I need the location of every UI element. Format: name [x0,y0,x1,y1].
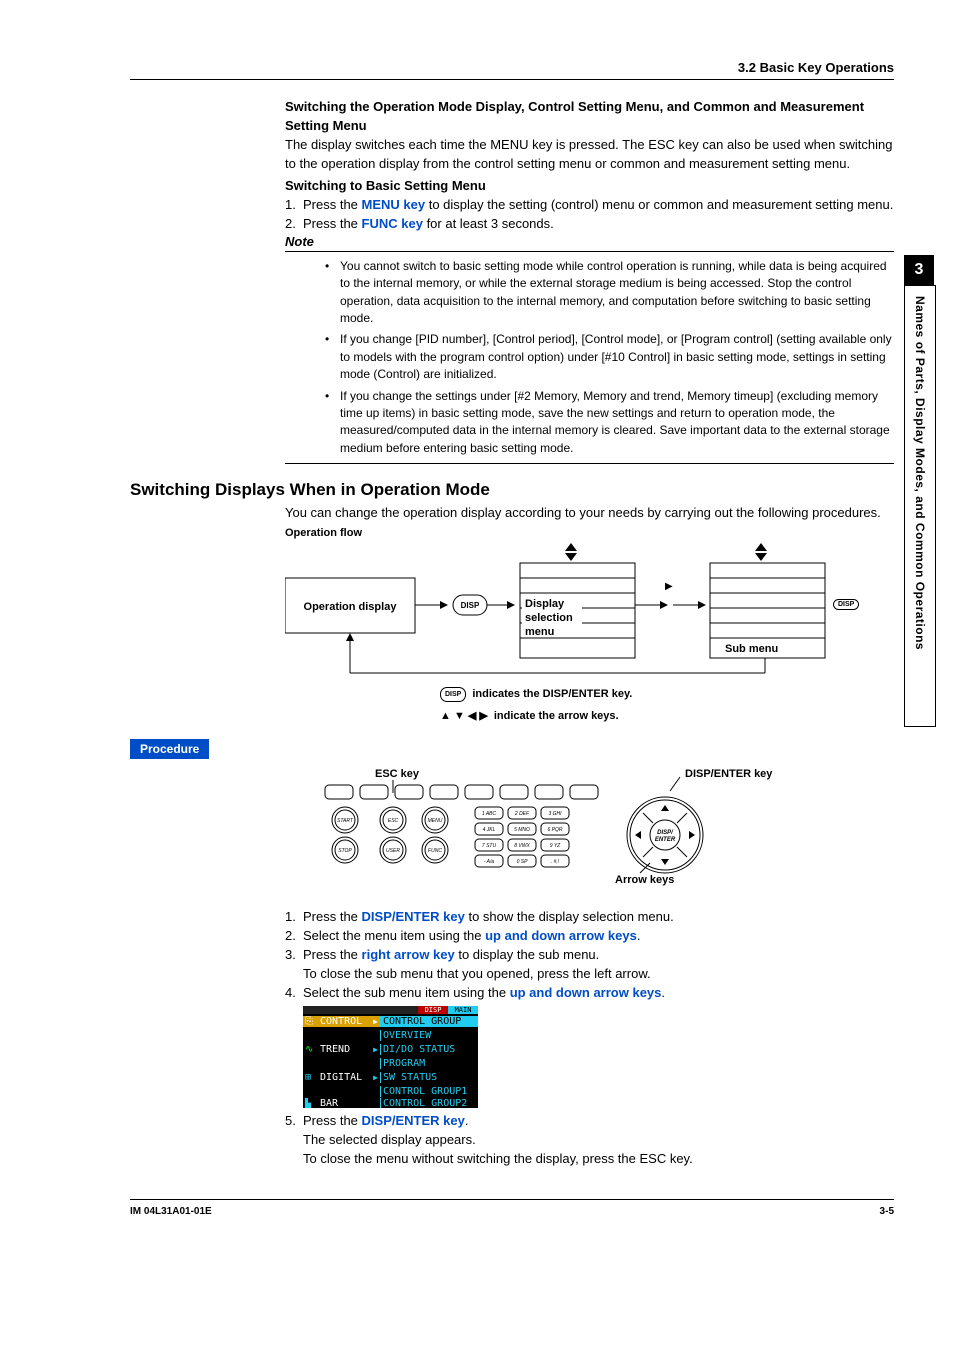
disp-enter-key-ref: DISP/ENTER key [362,909,465,924]
digital-icon: ⊞ [305,1072,317,1083]
proc-step-4: 4. Select the sub menu item using the up… [285,984,894,1003]
proc-step-3b: To close the sub menu that you opened, p… [303,965,894,984]
up-down-keys-ref: up and down arrow keys [510,985,662,1000]
note-label: Note [285,234,894,252]
note-item: •If you change [PID number], [Control pe… [325,331,894,383]
svg-text:8 VWX: 8 VWX [514,843,530,849]
svg-text:USER: USER [386,848,400,854]
svg-text:- A/a: - A/a [484,859,495,865]
chapter-title: Names of Parts, Display Modes, and Commo… [913,296,927,650]
svg-text:MENU: MENU [428,818,443,824]
svg-text:ENTER: ENTER [655,837,676,843]
menu-right-item: OVERVIEW [380,1030,478,1041]
svg-text:Arrow keys: Arrow keys [615,874,674,886]
chapter-title-box: Names of Parts, Display Modes, and Commo… [904,285,936,727]
svg-text:Sub menu: Sub menu [725,643,778,655]
svg-text:2 DEF: 2 DEF [514,811,530,817]
procedure-badge: Procedure [130,739,209,759]
disp-indicator: DISP [418,1006,448,1014]
operation-flow-diagram: Operation display DISP Display selection… [285,543,894,706]
menu-right-item: DI/DO STATUS [380,1044,478,1055]
flow-box1-text: Operation display [304,601,398,613]
svg-text:ESC key: ESC key [375,768,420,780]
chevron-right-icon: ▶ [373,1017,378,1026]
up-down-keys-ref: up and down arrow keys [485,928,637,943]
menu-left-trend: ∿TREND▶ [303,1044,380,1055]
note-list: •You cannot switch to basic setting mode… [325,258,894,457]
svg-text:▶: ▶ [665,581,673,592]
footer-right: 3-5 [880,1206,894,1217]
svg-text:DISP/ENTER key: DISP/ENTER key [685,768,773,780]
sec1-step-1: 1. Press the MENU key to display the set… [285,196,894,215]
menu-right-item: SW STATUS [380,1072,478,1083]
section-header: 3.2 Basic Key Operations [130,60,894,80]
menu-right-item: CONTROL GROUP1 [380,1086,478,1097]
chapter-tab: 3 Names of Parts, Display Modes, and Com… [904,255,934,725]
menu-left-digital: ⊞DIGITAL▶ [303,1072,380,1083]
svg-text:5 MNO: 5 MNO [514,827,530,833]
proc-step-5c: To close the menu without switching the … [303,1150,894,1169]
disp-key-icon: DISP [833,599,859,610]
note-item: •You cannot switch to basic setting mode… [325,258,894,328]
disp-key-icon: DISP [440,687,466,702]
svg-text:ESC: ESC [388,818,399,824]
sec2-title: Switching Displays When in Operation Mod… [130,480,894,500]
softkey-row [325,785,598,799]
arrows-icon: ▲ ▼ ◀ ▶ [440,708,488,726]
bar-icon: ▙ [305,1098,317,1108]
svg-text:DISP/: DISP/ [657,830,674,836]
svg-text:6 PQR: 6 PQR [547,827,562,833]
proc-step-2: 2. Select the menu item using the up and… [285,927,894,946]
svg-text:7 STU: 7 STU [482,843,497,849]
svg-text:0 SP: 0 SP [517,859,529,865]
chapter-number: 3 [904,255,934,285]
trend-icon: ∿ [305,1044,317,1055]
sec1-title: Switching the Operation Mode Display, Co… [285,98,894,136]
chevron-right-icon: ▶ [373,1045,378,1054]
footer-left: IM 04L31A01-01E [130,1206,212,1217]
svg-text:STOP: STOP [338,848,352,854]
svg-text:selection: selection [525,612,573,624]
svg-text:9 YZ: 9 YZ [550,843,561,849]
proc-step-5b: The selected display appears. [303,1131,894,1150]
svg-text:Display: Display [525,598,565,610]
disp-enter-key-ref: DISP/ENTER key [362,1113,465,1128]
proc-step-1: 1. Press the DISP/ENTER key to show the … [285,908,894,927]
svg-text:4 JKL: 4 JKL [483,827,496,833]
svg-text:START: START [337,818,354,824]
legend-arrows: ▲ ▼ ◀ ▶ indicate the arrow keys. [440,708,894,726]
func-key-ref: FUNC key [362,216,423,231]
svg-text:3 GHI: 3 GHI [548,811,562,817]
control-icon: ⎘ [305,1016,317,1027]
flow-label: Operation flow [285,527,894,539]
note-end-rule [285,463,894,464]
menu-key-ref: MENU key [362,197,426,212]
chevron-right-icon: ▶ [373,1073,378,1082]
right-key-ref: right arrow key [362,947,455,962]
main-indicator: MAIN [448,1006,478,1014]
legend-disp: DISP indicates the DISP/ENTER key. [440,686,894,704]
menu-left-control: ⎘CONTROL▶ [303,1016,380,1027]
sec1-para: The display switches each time the MENU … [285,136,894,174]
svg-text:DISP: DISP [461,601,480,610]
sec1-sub: Switching to Basic Setting Menu [285,177,894,196]
menu-right-item: PROGRAM [380,1058,478,1069]
menu-right-item: CONTROL GROUP2 [380,1098,478,1108]
proc-step-5: 5. Press the DISP/ENTER key. [285,1112,894,1131]
sec2-intro: You can change the operation display acc… [285,504,894,523]
menu-screenshot: DISP MAIN ⎘CONTROL▶ CONTROL GROUP OVERVI… [303,1006,894,1108]
menu-right-item: CONTROL GROUP [380,1016,478,1027]
note-item: •If you change the settings under [#2 Me… [325,388,894,458]
menu-left-bar: ▙BAR [303,1098,380,1108]
sec1-step-2: 2. Press the FUNC key for at least 3 sec… [285,215,894,234]
svg-text:1 ABC: 1 ABC [482,811,497,817]
page-footer: IM 04L31A01-01E 3-5 [130,1199,894,1217]
svg-text:FUNC: FUNC [428,848,442,854]
keypad-diagram: ESC key DISP/ENTER key START STOP ESC [285,765,894,900]
svg-text:. #,!: . #,! [551,859,560,865]
svg-text:menu: menu [525,626,554,638]
proc-step-3: 3. Press the right arrow key to display … [285,946,894,965]
